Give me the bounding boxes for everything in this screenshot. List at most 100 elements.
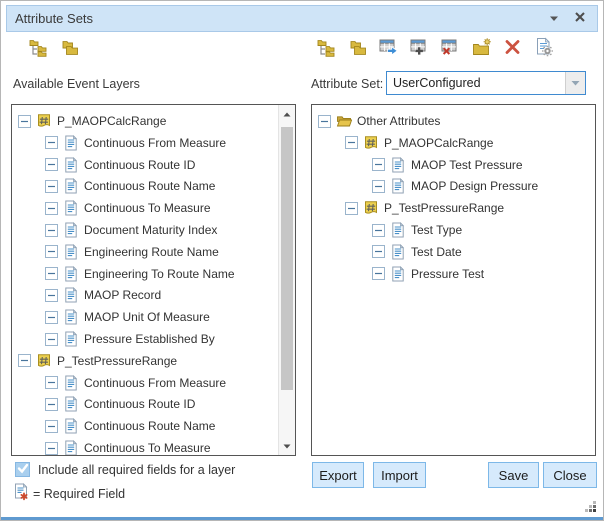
expand-collapse-box[interactable]	[18, 115, 31, 128]
expand-collapse-box[interactable]	[345, 202, 358, 215]
delete-icon	[503, 37, 523, 62]
required-field-icon	[13, 483, 29, 501]
dropdown-button[interactable]	[565, 72, 585, 94]
include-required-fields-checkbox[interactable]	[15, 462, 30, 477]
expand-collapse-box[interactable]	[372, 224, 385, 237]
field-icon	[390, 178, 406, 194]
right-export-table-button[interactable]	[379, 38, 399, 60]
tree-item-label: P_TestPressureRange	[57, 353, 177, 369]
collapse-all-icon	[60, 37, 80, 62]
tree-item[interactable]: Continuous Route Name	[12, 416, 295, 436]
right-report-button[interactable]	[534, 38, 554, 60]
field-icon	[63, 200, 79, 216]
right-new-attribute-set-button[interactable]	[472, 38, 492, 60]
expand-collapse-box[interactable]	[345, 136, 358, 149]
close-button[interactable]	[573, 12, 587, 26]
tree-item-label: Document Maturity Index	[84, 222, 217, 238]
right-add-table-button[interactable]	[410, 38, 430, 60]
expand-collapse-box[interactable]	[372, 180, 385, 193]
right-expand-all-button[interactable]	[317, 38, 337, 60]
tree-item-label: Pressure Established By	[84, 331, 215, 347]
tree-item-label: P_MAOPCalcRange	[384, 135, 493, 151]
expand-collapse-box[interactable]	[45, 398, 58, 411]
tree-item-label: Test Date	[411, 244, 462, 260]
report-icon	[534, 37, 554, 62]
export-table-icon	[379, 37, 399, 62]
title-bar[interactable]: Attribute Sets	[6, 5, 598, 32]
right-collapse-all-button[interactable]	[348, 38, 368, 60]
tree-item[interactable]: Continuous Route ID	[12, 394, 295, 414]
right-delete-button[interactable]	[503, 38, 523, 60]
expand-collapse-box[interactable]	[45, 224, 58, 237]
tree-item[interactable]: Other Attributes	[312, 111, 595, 131]
event-layer-icon	[363, 200, 379, 216]
tree-item[interactable]: Continuous To Measure	[12, 198, 295, 218]
tree-item[interactable]: Continuous From Measure	[12, 373, 295, 393]
expand-collapse-box[interactable]	[372, 158, 385, 171]
include-required-fields-label: Include all required fields for a layer	[38, 463, 235, 477]
expand-collapse-box[interactable]	[45, 376, 58, 389]
close-dialog-button[interactable]: Close	[543, 462, 597, 488]
scrollbar-thumb[interactable]	[281, 127, 293, 390]
resize-grip-icon[interactable]	[584, 500, 597, 513]
dock-caret-button[interactable]	[547, 12, 561, 26]
checkmark-icon	[17, 461, 29, 479]
remove-table-icon	[441, 37, 461, 62]
expand-collapse-box[interactable]	[45, 158, 58, 171]
tree-item[interactable]: P_TestPressureRange	[12, 351, 295, 371]
export-button[interactable]: Export	[312, 462, 364, 488]
expand-collapse-box[interactable]	[45, 311, 58, 324]
expand-collapse-box[interactable]	[45, 245, 58, 258]
expand-collapse-box[interactable]	[318, 115, 331, 128]
tree-item[interactable]: MAOP Record	[12, 285, 295, 305]
tree-item[interactable]: MAOP Unit Of Measure	[12, 307, 295, 327]
tree-item[interactable]: P_MAOPCalcRange	[312, 133, 595, 153]
expand-collapse-box[interactable]	[45, 180, 58, 193]
expand-collapse-box[interactable]	[45, 136, 58, 149]
tree-item[interactable]: MAOP Design Pressure	[312, 176, 595, 196]
tree-item[interactable]: Engineering Route Name	[12, 242, 295, 262]
scroll-down-button[interactable]	[279, 438, 295, 454]
save-button[interactable]: Save	[488, 462, 539, 488]
tree-item[interactable]: Document Maturity Index	[12, 220, 295, 240]
left-expand-all-button[interactable]	[29, 38, 49, 60]
field-icon	[63, 266, 79, 282]
expand-collapse-box[interactable]	[372, 267, 385, 280]
tree-item[interactable]: P_MAOPCalcRange	[12, 111, 295, 131]
left-collapse-all-button[interactable]	[60, 38, 80, 60]
left-toolbar	[29, 38, 80, 62]
attribute-set-dropdown[interactable]: UserConfigured	[386, 71, 586, 95]
expand-collapse-box[interactable]	[45, 202, 58, 215]
tree-item[interactable]: Pressure Established By	[12, 329, 295, 349]
tree-item[interactable]: Continuous To Measure	[12, 438, 295, 456]
field-icon	[390, 222, 406, 238]
expand-collapse-box[interactable]	[45, 333, 58, 346]
tree-item-label: Continuous Route ID	[84, 157, 195, 173]
tree-item-label: MAOP Test Pressure	[411, 157, 523, 173]
tree-item[interactable]: Test Date	[312, 242, 595, 262]
expand-collapse-box[interactable]	[372, 245, 385, 258]
tree-item[interactable]: Engineering To Route Name	[12, 264, 295, 284]
tree-item-label: MAOP Unit Of Measure	[84, 309, 210, 325]
scroll-up-button[interactable]	[279, 106, 295, 122]
import-button[interactable]: Import	[373, 462, 426, 488]
folder-open-icon	[336, 113, 352, 129]
field-icon	[63, 135, 79, 151]
tree-item-label: Engineering Route Name	[84, 244, 219, 260]
expand-collapse-box[interactable]	[45, 442, 58, 455]
tree-item[interactable]: MAOP Test Pressure	[312, 155, 595, 175]
tree-item[interactable]: Continuous From Measure	[12, 133, 295, 153]
vertical-scrollbar[interactable]	[278, 105, 295, 455]
tree-item[interactable]: Continuous Route ID	[12, 155, 295, 175]
close-icon	[574, 10, 586, 28]
chevron-down-icon	[571, 74, 580, 92]
expand-collapse-box[interactable]	[45, 420, 58, 433]
tree-item[interactable]: Continuous Route Name	[12, 176, 295, 196]
tree-item[interactable]: Test Type	[312, 220, 595, 240]
right-remove-table-button[interactable]	[441, 38, 461, 60]
expand-collapse-box[interactable]	[18, 354, 31, 367]
tree-item[interactable]: Pressure Test	[312, 264, 595, 284]
expand-collapse-box[interactable]	[45, 267, 58, 280]
tree-item[interactable]: P_TestPressureRange	[312, 198, 595, 218]
expand-collapse-box[interactable]	[45, 289, 58, 302]
